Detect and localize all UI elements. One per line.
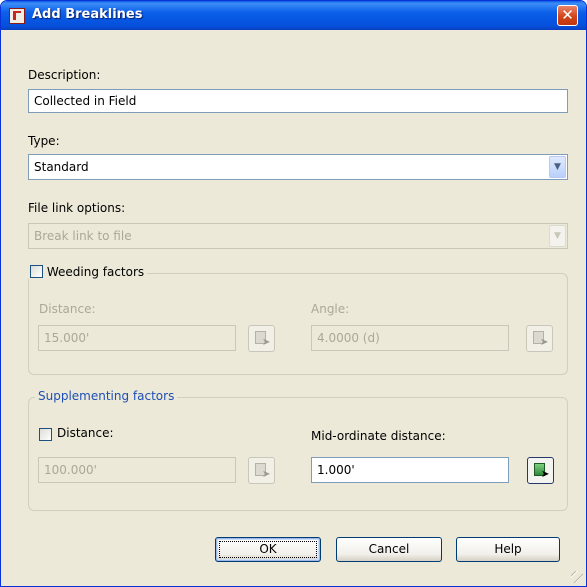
help-button-label: Help (494, 542, 522, 556)
focus-rectangle (219, 541, 317, 558)
title-bar[interactable]: Add Breaklines ✕ (1, 1, 586, 30)
dialog-title: Add Breaklines (32, 7, 143, 22)
weeding-factors-label: Weeding factors (46, 265, 145, 279)
weeding-distance-input[interactable]: 15.000' (38, 325, 236, 351)
add-breaklines-dialog: Add Breaklines ✕ Description: Collected … (0, 0, 587, 587)
pick-distance-button[interactable]: ➤ (248, 325, 275, 352)
file-link-label: File link options: (28, 201, 126, 215)
cursor-arrow-icon: ➤ (541, 469, 550, 480)
mid-ordinate-input[interactable]: 1.000' (311, 457, 509, 483)
weeding-factors-header: Weeding factors (27, 265, 148, 279)
pick-supplementing-distance-button[interactable]: ➤ (248, 457, 275, 484)
type-label: Type: (28, 134, 60, 148)
description-input[interactable]: Collected in Field (28, 89, 568, 113)
weeding-factors-checkbox[interactable] (30, 265, 43, 278)
weeding-angle-label: Angle: (311, 302, 350, 316)
chevron-down-icon[interactable]: ▼ (549, 156, 566, 178)
file-link-selected-value: Break link to file (34, 229, 132, 243)
cursor-arrow-icon: ➤ (540, 337, 549, 348)
supplementing-distance-label: Distance: (57, 426, 114, 440)
weeding-distance-label: Distance: (39, 302, 96, 316)
resize-grip-icon[interactable] (571, 571, 583, 583)
supplementing-factors-group (28, 397, 568, 511)
type-select[interactable]: Standard ▼ (28, 154, 568, 180)
description-label: Description: (28, 68, 101, 82)
pick-mid-ordinate-button[interactable]: ➤ (527, 457, 554, 484)
ok-button[interactable]: OK (215, 537, 321, 562)
supplementing-distance-checkbox[interactable] (39, 428, 52, 441)
cursor-arrow-icon: ➤ (262, 469, 271, 480)
supplementing-factors-title: Supplementing factors (35, 389, 178, 403)
cursor-arrow-icon: ➤ (262, 337, 271, 348)
pick-angle-button[interactable]: ➤ (526, 325, 553, 352)
help-button[interactable]: Help (456, 537, 560, 562)
cancel-button-label: Cancel (368, 542, 410, 556)
type-selected-value: Standard (34, 160, 89, 174)
weeding-factors-group (28, 273, 568, 375)
cancel-button[interactable]: Cancel (336, 537, 442, 562)
app-icon (9, 8, 25, 24)
chevron-down-icon[interactable]: ▼ (549, 225, 566, 247)
weeding-angle-input[interactable]: 4.0000 (d) (311, 325, 509, 351)
file-link-select[interactable]: Break link to file ▼ (28, 223, 568, 249)
mid-ordinate-label: Mid-ordinate distance: (311, 429, 446, 443)
close-button[interactable]: ✕ (557, 5, 578, 26)
close-icon: ✕ (561, 6, 574, 24)
supplementing-distance-input[interactable]: 100.000' (38, 457, 236, 483)
